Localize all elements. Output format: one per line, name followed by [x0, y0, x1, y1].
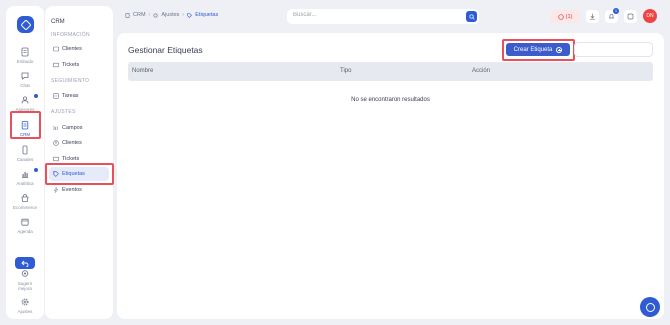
app-rail: Embudo Chat Asesores CRM Canales Analíti… [6, 6, 44, 319]
app-logo-icon[interactable] [17, 16, 34, 33]
search-input[interactable] [293, 12, 453, 18]
breadcrumb-ajustes[interactable]: Ajustes [161, 12, 179, 18]
menu-section-seguimiento: SEGUIMIENTO [51, 78, 90, 84]
crm-highlight-box [10, 111, 41, 139]
search-box [287, 9, 479, 24]
etiquetas-highlight-box [45, 163, 114, 185]
undo-button[interactable] [15, 257, 35, 269]
table-header: Nombre Tipo Acción [128, 62, 653, 81]
notification-badge: 1 [613, 8, 619, 14]
undo-icon [21, 260, 29, 267]
create-tag-label: Crear Etiqueta [513, 46, 553, 53]
avatar[interactable]: DN [643, 9, 657, 23]
menu-item-campos[interactable]: Campos [49, 121, 109, 135]
menu-item-tareas[interactable]: Tareas [49, 89, 109, 103]
tag-icon [187, 12, 193, 18]
search-icon [468, 13, 475, 20]
bar-chart-icon [22, 172, 28, 178]
lightbulb-icon [21, 270, 29, 277]
menu-item-label: Tareas [62, 93, 79, 99]
menu-item-tickets[interactable]: Tickets [49, 58, 109, 72]
fields-icon [53, 126, 58, 130]
menu-section-informacion: INFORMACIÓN [51, 32, 90, 38]
rail-label: Agenda [17, 229, 33, 234]
menu-item-label: Eventos [62, 187, 82, 193]
ticket-icon [53, 62, 59, 68]
whatsapp-status-button[interactable]: (1) [550, 10, 580, 23]
top-bar: CRM › Ajustes › Etiquetas (1) 1 DN [117, 6, 664, 28]
rail-item-ecommerce[interactable]: Ecommerce [6, 193, 44, 210]
funnel-icon [21, 47, 29, 57]
gear-icon [153, 13, 158, 17]
empty-state-message: No se encontraron resultados [351, 97, 430, 103]
notification-dot [34, 94, 38, 98]
rail-label: Ecommerce [12, 205, 37, 210]
rail-item-analitica[interactable]: Analítica [6, 168, 44, 186]
column-header-nombre: Nombre [132, 68, 154, 74]
lightning-icon [53, 187, 59, 193]
filter-input[interactable] [574, 42, 653, 57]
rail-item-agenda[interactable]: Agenda [6, 217, 44, 234]
rail-label: Ajustes [17, 309, 33, 314]
whatsapp-icon [557, 13, 564, 20]
rail-label: Sugerir mejora [17, 281, 33, 291]
rail-label: Embudo [16, 59, 34, 64]
phone-icon [22, 145, 28, 155]
checklist-icon [53, 93, 59, 99]
create-tag-button[interactable]: Crear Etiqueta [506, 43, 570, 56]
rail-label: Analítica [16, 181, 34, 186]
menu-item-label: Campos [62, 125, 83, 131]
menu-item-clientes-ajustes[interactable]: Clientes [49, 136, 109, 150]
menu-item-label: Clientes [62, 140, 82, 146]
user-circle-icon [53, 140, 59, 146]
rail-label: Chat [20, 83, 30, 88]
column-header-accion: Acción [472, 68, 491, 74]
users-icon [21, 96, 29, 104]
store-icon [21, 194, 29, 202]
calendar-icon [21, 218, 29, 226]
download-button[interactable] [586, 10, 599, 23]
gear-icon [21, 298, 29, 306]
chevron-right-icon: › [182, 12, 185, 18]
breadcrumb: CRM › Ajustes › Etiquetas [125, 12, 218, 18]
id-card-icon [53, 46, 59, 52]
breadcrumb-crm[interactable]: CRM [133, 12, 146, 18]
chat-icon [21, 72, 29, 80]
search-button[interactable] [466, 11, 477, 22]
download-icon [590, 13, 595, 20]
chat-bubble-button[interactable] [640, 297, 660, 317]
rail-item-chat[interactable]: Chat [6, 71, 44, 88]
menu-item-label: Tickets [62, 62, 80, 68]
menu-item-eventos[interactable]: Eventos [49, 183, 109, 197]
rail-label: Canales [16, 157, 34, 162]
whatsapp-count: (1) [565, 13, 573, 20]
breadcrumb-etiquetas: Etiquetas [195, 12, 219, 18]
page-title: Gestionar Etiquetas [128, 45, 203, 55]
menu-item-clientes[interactable]: Clientes [49, 42, 109, 56]
face-icon [627, 13, 634, 20]
support-button[interactable] [624, 10, 637, 23]
chevron-right-icon: › [148, 12, 151, 18]
plus-circle-icon [556, 46, 563, 53]
menu-section-ajustes: AJUSTES [51, 109, 76, 115]
menu-item-label: Clientes [62, 46, 82, 52]
rail-item-asesores[interactable]: Asesores [6, 94, 44, 112]
rail-item-ajustes[interactable]: Ajustes [6, 297, 44, 314]
rail-item-sugerir-mejora[interactable]: Sugerir mejora [6, 269, 44, 291]
clipboard-icon [125, 12, 130, 18]
menu-title: CRM [51, 19, 65, 25]
menu-item-label: Tickets [62, 156, 80, 162]
rail-item-embudo[interactable]: Embudo [6, 47, 44, 64]
bell-icon [608, 14, 615, 19]
main-panel: Gestionar Etiquetas Crear Etiqueta Nombr… [117, 33, 664, 319]
column-header-tipo: Tipo [340, 68, 352, 74]
ticket-icon [53, 156, 59, 162]
rail-item-canales[interactable]: Canales [6, 145, 44, 162]
notification-dot [34, 168, 38, 172]
